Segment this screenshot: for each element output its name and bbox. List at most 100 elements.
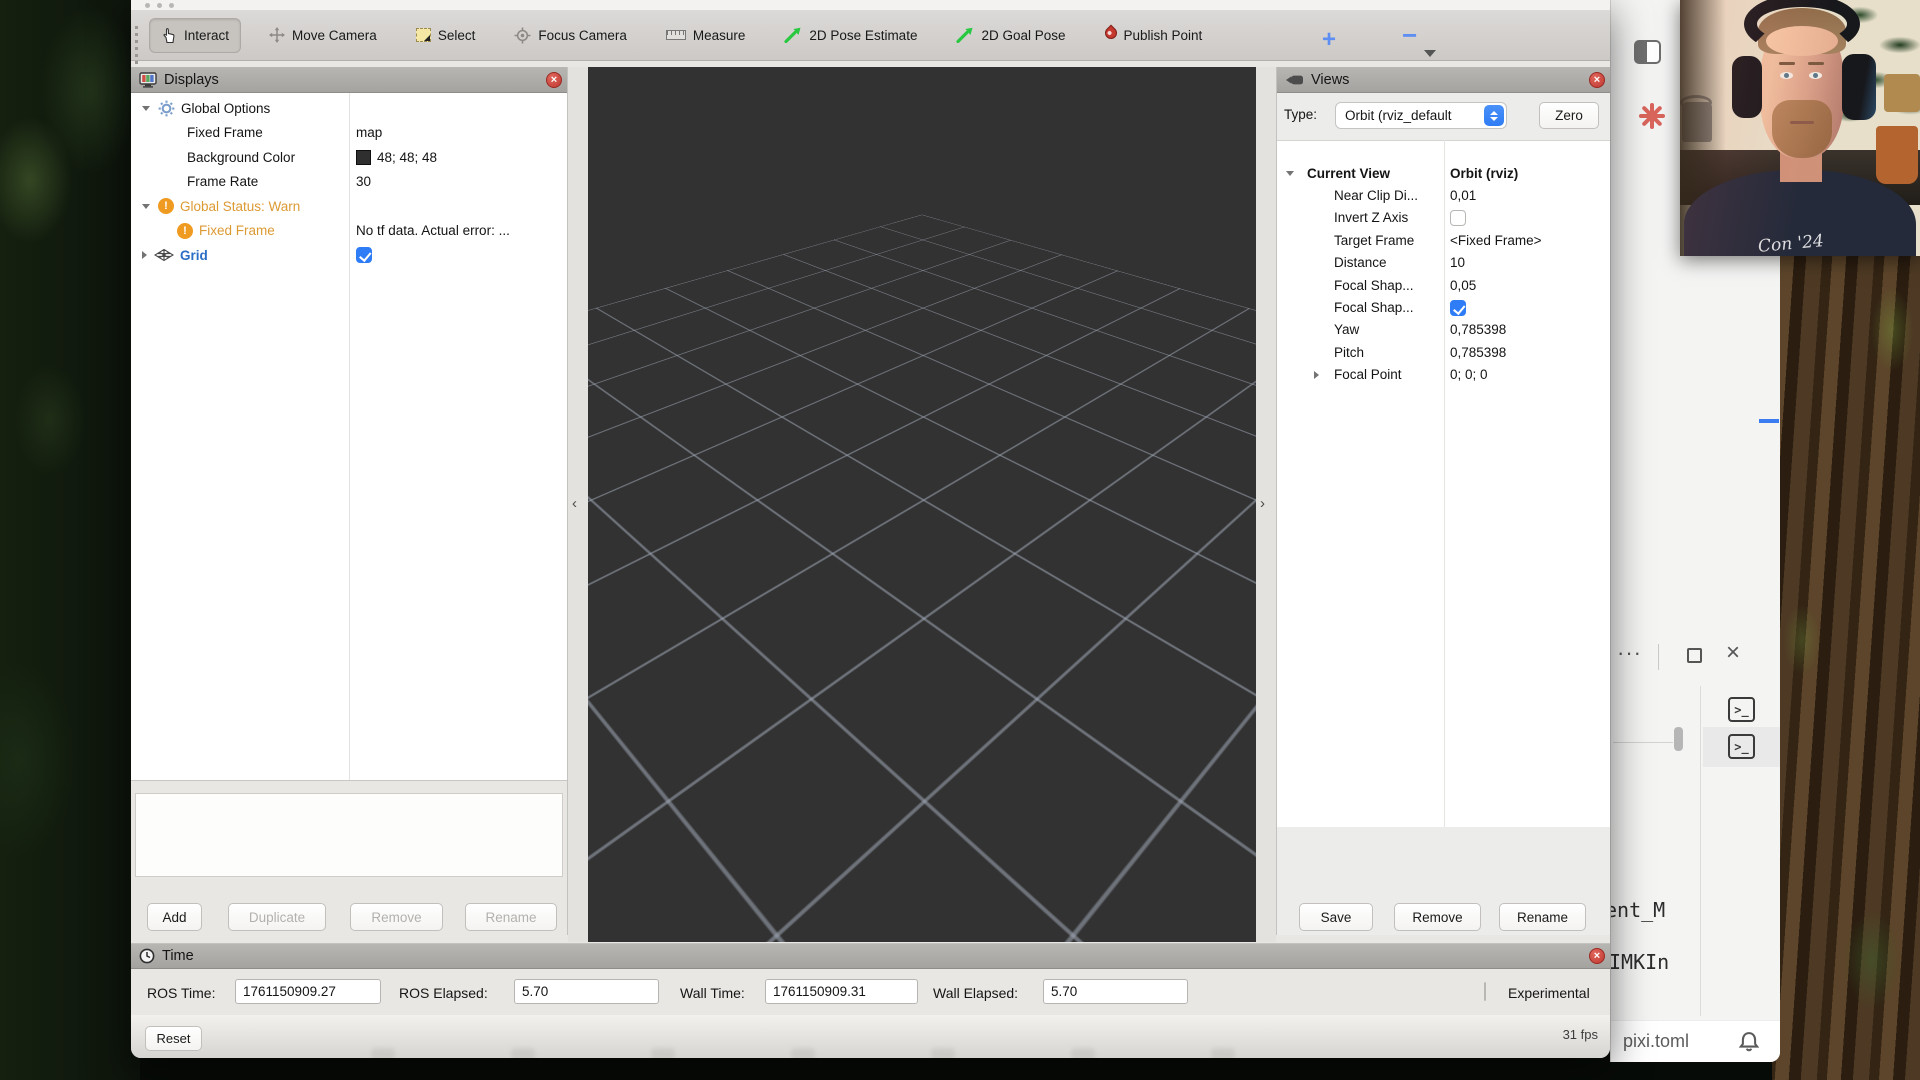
experimental-checkbox[interactable] [1484,982,1486,1001]
add-tool-button[interactable]: + [1322,26,1336,54]
invert-z-checkbox[interactable] [1450,210,1466,226]
remove-view-button[interactable]: Remove [1394,903,1481,931]
panel-splitter-left[interactable]: ‹ [568,67,588,942]
tool-move-camera[interactable]: Move Camera [258,19,388,51]
row-value[interactable]: 0,785398 [1450,322,1506,337]
bell-icon[interactable] [1737,1029,1761,1055]
tree-row-fixed-frame[interactable]: Fixed Frame map [131,121,567,146]
chevron-right-icon[interactable] [1314,371,1319,379]
time-panel-header[interactable]: Time × [131,944,1610,969]
close-icon[interactable]: × [1589,948,1605,964]
dropdown-stepper-icon[interactable] [1484,105,1504,126]
close-panel-icon[interactable]: × [1726,639,1740,667]
ros-elapsed-input[interactable] [514,979,659,1004]
panel-toolbar: ··· × [1611,640,1780,676]
wall-elapsed-input[interactable] [1043,979,1188,1004]
displays-panel-header[interactable]: Displays × [131,67,567,93]
row-label: Grid [180,248,208,263]
duplicate-display-button[interactable]: Duplicate [228,903,326,931]
tree-row-near-clip[interactable]: Near Clip Di... 0,01 [1277,184,1610,206]
warning-icon [177,223,193,239]
row-value[interactable]: 0,05 [1450,278,1476,293]
maximize-panel-icon[interactable] [1687,648,1702,663]
tool-publish-point[interactable]: Publish Point [1094,20,1214,51]
terminal-icon[interactable]: >_ [1728,697,1755,722]
reset-button[interactable]: Reset [145,1026,202,1051]
rename-display-button[interactable]: Rename [465,903,557,931]
row-value[interactable]: 30 [356,174,371,189]
remove-tool-button[interactable]: − [1402,20,1417,51]
row-value[interactable] [1450,210,1466,226]
row-value[interactable] [1450,300,1466,316]
more-actions-icon[interactable]: ··· [1617,640,1642,666]
grid-icon [154,248,174,262]
tree-row-focal-point[interactable]: Focal Point 0; 0; 0 [1277,364,1610,386]
tree-row-invert-z[interactable]: Invert Z Axis [1277,207,1610,229]
tree-row-target-frame[interactable]: Target Frame <Fixed Frame> [1277,229,1610,251]
tool-focus-camera[interactable]: Focus Camera [503,19,638,52]
row-value[interactable]: <Fixed Frame> [1450,233,1542,248]
add-display-button[interactable]: Add [147,903,202,931]
editor-text-line: IMKIn [1610,950,1669,974]
tree-row-pitch[interactable]: Pitch 0,785398 [1277,341,1610,363]
rviz-window: Interact Move Camera Select Focus Camera… [131,0,1610,1058]
save-view-button[interactable]: Save [1299,903,1373,931]
toolbar-drag-handle[interactable] [135,26,138,66]
scrollbar-thumb[interactable] [1674,727,1683,751]
tree-row-background-color[interactable]: Background Color 48; 48; 48 [131,145,567,170]
grid-enabled-checkbox[interactable] [356,247,372,263]
window-control-dot[interactable] [169,3,174,8]
wallpaper-left-foliage [0,0,140,1080]
tool-select[interactable]: Select [405,20,487,51]
tree-row-focal-shape-fixed[interactable]: Focal Shap... [1277,296,1610,318]
chevron-down-icon[interactable] [142,204,150,209]
focal-shape-checkbox[interactable] [1450,300,1466,316]
close-icon[interactable]: × [546,72,562,88]
selected-view-type: Orbit (rviz_default [1345,108,1452,123]
tree-row-current-view[interactable]: Current View Orbit (rviz) [1277,162,1610,184]
row-value[interactable]: 0,01 [1450,188,1476,203]
tree-row-global-status[interactable]: Global Status: Warn [131,194,567,219]
collapse-left-chevron-icon[interactable]: ‹ [572,495,577,512]
tree-row-yaw[interactable]: Yaw 0,785398 [1277,319,1610,341]
tree-row-frame-rate[interactable]: Frame Rate 30 [131,170,567,195]
zero-button[interactable]: Zero [1539,102,1599,129]
row-value[interactable]: 0,785398 [1450,345,1506,360]
tree-row-distance[interactable]: Distance 10 [1277,252,1610,274]
editor-text-line: ent_M [1610,898,1665,922]
ros-time-input[interactable] [235,979,381,1004]
wall-time-label: Wall Time: [680,985,745,1001]
chevron-down-icon[interactable] [1286,171,1294,176]
row-value[interactable] [356,247,372,263]
row-value[interactable]: 48; 48; 48 [356,150,437,165]
window-control-dot[interactable] [157,3,162,8]
tree-row-fixed-frame-warning[interactable]: Fixed Frame No tf data. Actual error: ..… [131,219,567,244]
toolbar-overflow-chevron-icon[interactable] [1424,50,1436,57]
panel-splitter-right[interactable]: › [1256,67,1276,942]
views-panel-header[interactable]: Views × [1277,67,1610,93]
tool-label: Select [438,28,476,43]
tool-2d-goal-pose[interactable]: 2D Goal Pose [945,19,1076,51]
view-type-dropdown[interactable]: Orbit (rviz_default [1335,102,1507,129]
row-value[interactable]: map [356,125,382,140]
tree-row-global-options[interactable]: Global Options [131,96,567,121]
wall-time-input[interactable] [765,979,918,1004]
chevron-right-icon[interactable] [142,251,147,259]
layout-panel-icon[interactable] [1634,40,1661,64]
row-value[interactable]: 10 [1450,255,1465,270]
filename-label[interactable]: pixi.toml [1623,1031,1689,1052]
window-control-dot[interactable] [145,3,150,8]
tree-row-grid[interactable]: Grid [131,243,567,268]
tree-row-focal-shape-size[interactable]: Focal Shap... 0,05 [1277,274,1610,296]
collapse-right-chevron-icon[interactable]: › [1260,495,1265,512]
remove-display-button[interactable]: Remove [350,903,443,931]
close-icon[interactable]: × [1589,72,1605,88]
tool-measure[interactable]: Measure [655,20,757,51]
tool-interact[interactable]: Interact [149,18,241,53]
3d-viewport[interactable] [588,67,1256,942]
terminal-icon[interactable]: >_ [1728,734,1755,759]
rename-view-button[interactable]: Rename [1499,903,1586,931]
tool-2d-pose-estimate[interactable]: 2D Pose Estimate [773,19,928,51]
chevron-down-icon[interactable] [142,106,150,111]
row-value[interactable]: 0; 0; 0 [1450,367,1488,382]
